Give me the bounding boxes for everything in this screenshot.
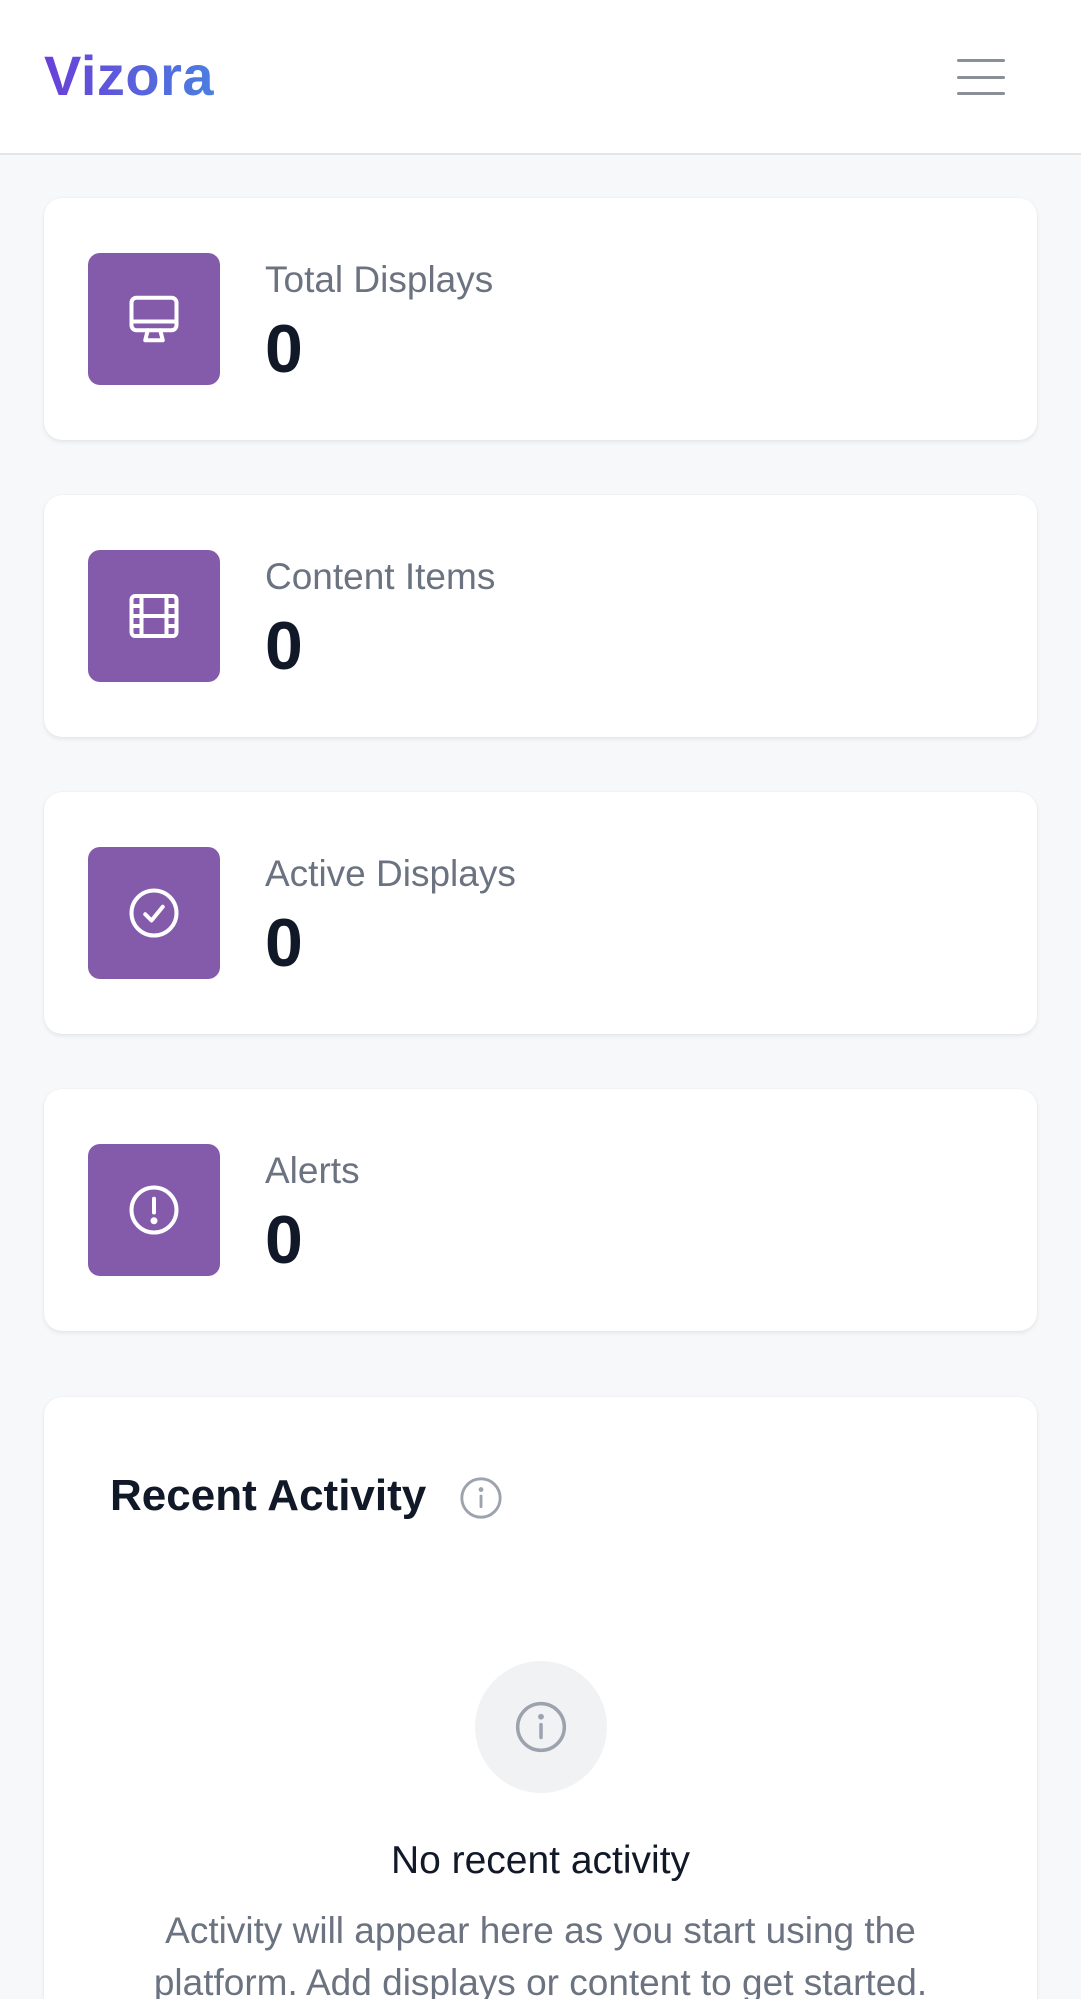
recent-activity-card: Recent Activity No recent activity Activ… [44,1397,1037,1999]
empty-state-description: Activity will appear here as you start u… [153,1910,928,1999]
stat-card-content-items: Content Items 0 [44,495,1037,737]
alert-circle-icon [88,1144,220,1276]
stat-label: Active Displays [265,853,516,894]
film-icon [88,550,220,682]
stat-value: 0 [265,608,303,684]
top-nav-bar: Vizora [0,0,1081,155]
menu-line [957,92,1005,95]
stat-card-alerts: Alerts 0 [44,1089,1037,1331]
empty-state-title: No recent activity [390,1839,691,1882]
stat-card-total-displays: Total Displays 0 [44,198,1037,440]
brand-logo[interactable]: Vizora [44,40,214,112]
monitor-icon [88,253,220,385]
stat-label: Total Displays [265,259,494,300]
hamburger-menu-icon[interactable] [950,52,1012,102]
check-circle-icon [88,847,220,979]
recent-activity-title: Recent Activity [110,1471,427,1520]
stat-value: 0 [265,311,303,387]
stat-card-active-displays: Active Displays 0 [44,792,1037,1034]
stat-label: Alerts [265,1150,360,1191]
menu-line [957,59,1005,62]
dashboard-page: Vizora Total Displays 0 Content Items 0 … [0,0,1081,1999]
info-icon[interactable] [458,1475,504,1521]
stat-label: Content Items [265,556,496,597]
empty-state-info-icon [475,1661,607,1793]
menu-line [957,75,1005,79]
stat-value: 0 [265,1202,303,1278]
stat-value: 0 [265,905,303,981]
